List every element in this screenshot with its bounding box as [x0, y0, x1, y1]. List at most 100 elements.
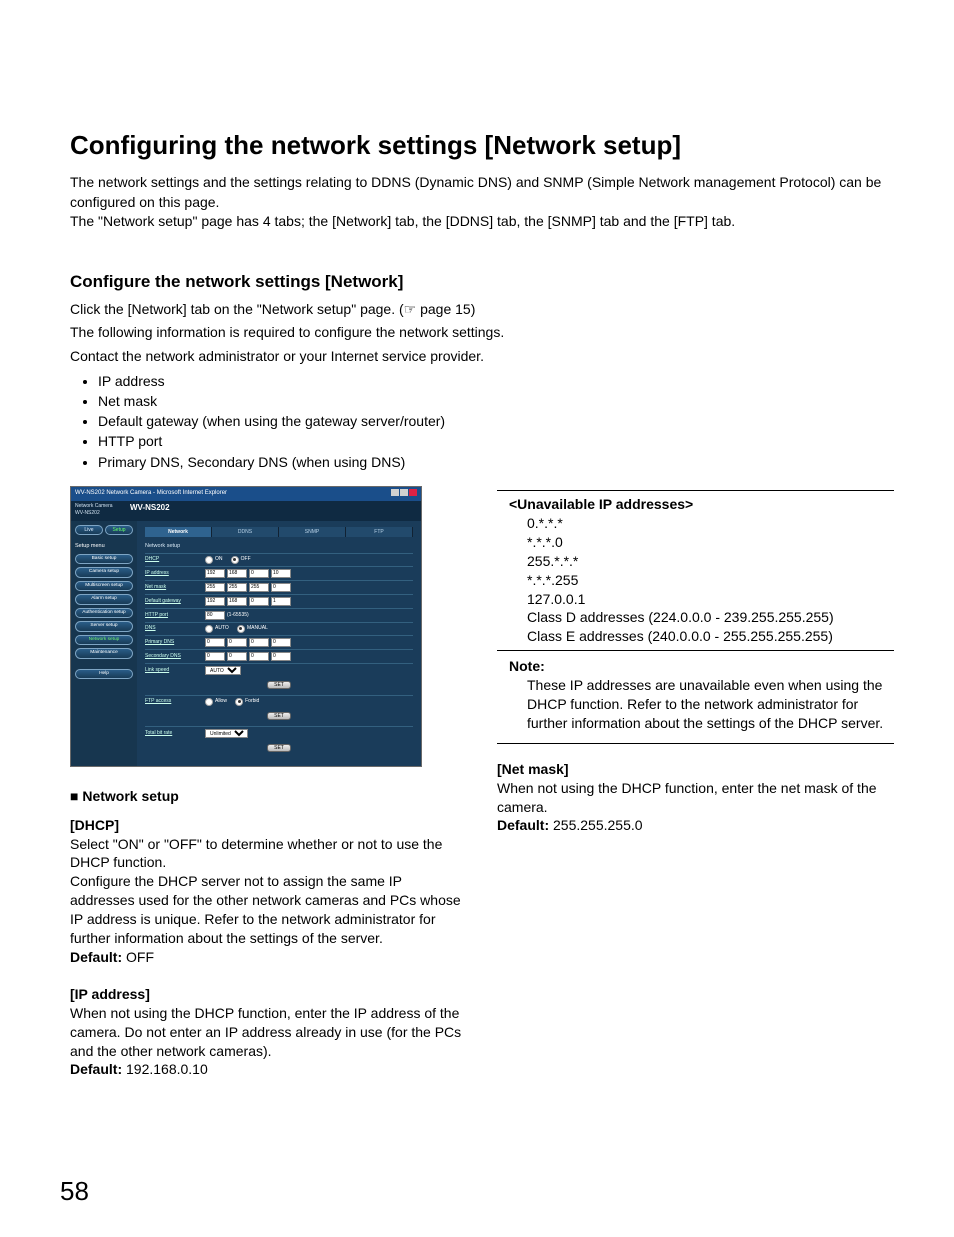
dhcp-p1: Select "ON" or "OFF" to determine whethe… [70, 835, 467, 873]
sidebar-item-camera[interactable]: Camera setup [75, 567, 133, 577]
tab-ftp[interactable]: FTP [346, 527, 413, 538]
ip-default-label: Default: [70, 1061, 126, 1077]
setup-button[interactable]: Setup [105, 525, 133, 536]
sidebar-item-basic[interactable]: Basic setup [75, 554, 133, 564]
http-port[interactable] [205, 611, 225, 620]
tab-snmp[interactable]: SNMP [279, 527, 346, 538]
divider [497, 743, 894, 744]
section-network-setup: Network setup [145, 543, 413, 550]
intro-block: The network settings and the settings re… [70, 173, 894, 232]
tab-network[interactable]: Network [145, 527, 212, 538]
sdns-o3[interactable] [249, 652, 269, 661]
ip-o2[interactable] [227, 569, 247, 578]
item-head-ip: [IP address] [70, 985, 467, 1004]
mask-o1[interactable] [205, 583, 225, 592]
menu-header: Setup menu [75, 543, 133, 550]
sdns-o1[interactable] [205, 652, 225, 661]
sidebar: Live Setup Setup menu Basic setup Camera… [71, 521, 137, 766]
sidebar-item-maintenance[interactable]: Maintenance [75, 648, 133, 658]
unavail-title: <Unavailable IP addresses> [509, 496, 693, 512]
sidebar-item-server[interactable]: Server setup [75, 621, 133, 631]
note-body: These IP addresses are unavailable even … [509, 676, 894, 733]
gw-o3[interactable] [249, 597, 269, 606]
ip-p1: When not using the DHCP function, enter … [70, 1004, 467, 1061]
bitrate-select[interactable]: Unlimited [205, 729, 248, 738]
label-sdns: Secondary DNS [145, 653, 205, 660]
label-mask: Net mask [145, 584, 205, 591]
gw-o2[interactable] [227, 597, 247, 606]
label-dhcp: DHCP [145, 556, 205, 563]
unavail-item: Class E addresses (240.0.0.0 - 255.255.2… [527, 627, 894, 646]
pdns-o4[interactable] [271, 638, 291, 647]
unavail-item: 0.*.*.* [527, 514, 894, 533]
item-head-mask: [Net mask] [497, 760, 894, 779]
sidebar-item-multiscreen[interactable]: Multiscreen setup [75, 581, 133, 591]
radio-dns-manual[interactable] [237, 625, 245, 633]
item-head-dhcp: [DHCP] [70, 816, 467, 835]
label-dns: DNS [145, 625, 205, 632]
sub-p1: Click the [Network] tab on the "Network … [70, 300, 894, 320]
sidebar-item-authentication[interactable]: Authentication setup [75, 608, 133, 618]
mask-o3[interactable] [249, 583, 269, 592]
ip-o3[interactable] [249, 569, 269, 578]
set-button-3[interactable]: SET [267, 744, 291, 752]
radio-dhcp-on[interactable] [205, 556, 213, 564]
main-panel: Network DDNS SNMP FTP Network setup DHCP… [137, 521, 421, 766]
dhcp-p2: Configure the DHCP server not to assign … [70, 872, 467, 948]
label-ip: IP address [145, 570, 205, 577]
unavail-item: *.*.*.0 [527, 533, 894, 552]
mask-o2[interactable] [227, 583, 247, 592]
radio-ftp-allow[interactable] [205, 698, 213, 706]
label-gateway: Default gateway [145, 598, 205, 605]
model-sub: WV-NS202 [75, 510, 130, 517]
radio-dns-auto[interactable] [205, 625, 213, 633]
page-title: Configuring the network settings [Networ… [70, 130, 894, 161]
ip-o4[interactable] [271, 569, 291, 578]
divider [497, 490, 894, 491]
unavail-item: *.*.*.255 [527, 571, 894, 590]
window-title: WV-NS202 Network Camera - Microsoft Inte… [75, 489, 227, 499]
pdns-o3[interactable] [249, 638, 269, 647]
gw-o1[interactable] [205, 597, 225, 606]
req-item: Primary DNS, Secondary DNS (when using D… [98, 452, 894, 472]
set-button-1[interactable]: SET [267, 681, 291, 689]
dhcp-default-label: Default: [70, 949, 126, 965]
mask-default-label: Default: [497, 817, 553, 833]
label-link: Link speed [145, 667, 205, 674]
unavail-item: Class D addresses (224.0.0.0 - 239.255.2… [527, 608, 894, 627]
gw-o4[interactable] [271, 597, 291, 606]
radio-ftp-forbid[interactable] [235, 698, 243, 706]
page-number: 58 [60, 1176, 89, 1207]
sdns-o2[interactable] [227, 652, 247, 661]
pdns-o1[interactable] [205, 638, 225, 647]
sidebar-item-help[interactable]: Help [75, 669, 133, 679]
ip-o1[interactable] [205, 569, 225, 578]
model-big: WV-NS202 [130, 503, 170, 517]
label-ftp-access: FTP access [145, 698, 205, 705]
live-button[interactable]: Live [75, 525, 103, 536]
label-http: HTTP port [145, 612, 205, 619]
window-titlebar: WV-NS202 Network Camera - Microsoft Inte… [71, 487, 421, 501]
set-button-2[interactable]: SET [267, 712, 291, 720]
intro-line-2: The "Network setup" page has 4 tabs; the… [70, 212, 894, 232]
unavail-item: 255.*.*.* [527, 552, 894, 571]
mask-default-value: 255.255.255.0 [553, 817, 643, 833]
link-speed-select[interactable]: AUTO [205, 666, 241, 675]
intro-line-1: The network settings and the settings re… [70, 173, 894, 212]
sub-p2: The following information is required to… [70, 323, 894, 343]
ip-default-value: 192.168.0.10 [126, 1061, 208, 1077]
sdns-o4[interactable] [271, 652, 291, 661]
pdns-o2[interactable] [227, 638, 247, 647]
req-item: Default gateway (when using the gateway … [98, 411, 894, 431]
label-bitrate: Total bit rate [145, 730, 205, 737]
unavail-item: 127.0.0.1 [527, 590, 894, 609]
req-item: HTTP port [98, 431, 894, 451]
sidebar-item-network[interactable]: Network setup [75, 635, 133, 645]
tab-ddns[interactable]: DDNS [212, 527, 279, 538]
sidebar-item-alarm[interactable]: Alarm setup [75, 594, 133, 604]
radio-dhcp-off[interactable] [231, 556, 239, 564]
mask-o4[interactable] [271, 583, 291, 592]
sub-p3: Contact the network administrator or you… [70, 347, 894, 367]
model-small: Network Camera [75, 503, 130, 510]
dhcp-default-value: OFF [126, 949, 154, 965]
